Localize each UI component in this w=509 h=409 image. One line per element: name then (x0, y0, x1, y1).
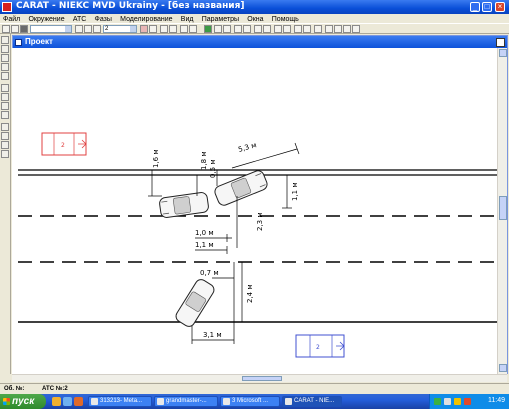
vertical-scrollbar[interactable] (497, 48, 507, 374)
dimension-label: 1,1 м (291, 182, 299, 201)
vehicle-icon[interactable] (140, 25, 148, 33)
menu-bar: Файл Окружение АТС Фазы Моделирование Ви… (0, 14, 509, 23)
tool-icon[interactable] (1, 93, 9, 101)
left-toolbar (0, 34, 11, 374)
window-title: CARAT - NIEKC MVD Ukrainy - [без названи… (16, 1, 245, 11)
collided-car[interactable] (159, 192, 209, 218)
scroll-up-icon[interactable] (499, 49, 507, 57)
tray-icon[interactable] (434, 398, 441, 405)
taskbar: пуск 313213- Meta... grandmaster-... 3 M… (0, 394, 509, 409)
tray-icon[interactable] (444, 398, 451, 405)
zoom-out-icon[interactable] (1, 45, 9, 53)
start-button[interactable]: пуск (0, 394, 46, 409)
tool-icon[interactable] (314, 25, 322, 33)
tool-icon[interactable] (189, 25, 197, 33)
vehicle-outline-red[interactable]: 2 (41, 132, 87, 156)
zoom-icon[interactable] (1, 72, 9, 80)
tool-icon[interactable] (75, 25, 83, 33)
dimension-label: 0,7 м (200, 269, 219, 277)
project-title: Проект (25, 37, 53, 46)
open-file-icon[interactable] (11, 25, 19, 33)
title-bar: CARAT - NIEKC MVD Ukrainy - [без названи… (0, 0, 509, 14)
system-tray: 11:49 (429, 394, 509, 409)
tool-icon[interactable] (294, 25, 302, 33)
tray-icon[interactable] (464, 398, 471, 405)
tool-icon[interactable] (1, 84, 9, 92)
dimension-label: 1,1 м (195, 241, 214, 249)
tool-icon[interactable] (352, 25, 360, 33)
dimension-label: 5,3 м (237, 141, 257, 154)
tool-icon[interactable] (1, 123, 9, 131)
tool-icon[interactable] (1, 111, 9, 119)
scroll-thumb[interactable] (499, 196, 507, 220)
tool-icon[interactable] (180, 25, 188, 33)
layer-select[interactable] (30, 25, 72, 33)
tool-icon[interactable] (149, 25, 157, 33)
zoom-select[interactable]: 2 (103, 25, 137, 33)
dimension-lines (148, 142, 300, 344)
tool-icon[interactable] (274, 25, 282, 33)
taskbar-item[interactable]: 3 Microsoft ... (220, 396, 280, 407)
scroll-down-icon[interactable] (499, 364, 507, 372)
tray-icon[interactable] (454, 398, 461, 405)
taskbar-item-active[interactable]: CARAT - NIE... (282, 396, 342, 407)
dimension-label: 1,8 м (200, 151, 208, 170)
vehicle-label: 2 (61, 142, 65, 149)
vehicle-label: 2 (316, 344, 320, 351)
quicklaunch-icon[interactable] (52, 397, 61, 406)
taskbar-item[interactable]: grandmaster-... (154, 396, 218, 407)
tool-icon[interactable] (303, 25, 311, 33)
status-vehicle: АТС №:2 (42, 386, 68, 392)
tool-icon[interactable] (84, 25, 92, 33)
maximize-button[interactable]: □ (482, 2, 492, 12)
tool-icon[interactable] (343, 25, 351, 33)
drawing-canvas[interactable]: 2 2 1,6 м 1,8 м 0,5 м 5,3 м 1,1 м 2,3 м … (12, 48, 497, 374)
tool-icon[interactable] (254, 25, 262, 33)
document-icon (15, 39, 22, 46)
scene-svg: 2 2 1,6 м 1,8 м 0,5 м 5,3 м 1,1 м 2,3 м … (18, 132, 497, 358)
horizontal-scrollbar[interactable] (12, 374, 507, 382)
tool-icon[interactable] (234, 25, 242, 33)
cross-icon[interactable] (1, 102, 9, 110)
taskbar-item[interactable]: 313213- Meta... (88, 396, 152, 407)
dimension-label: 1,6 м (152, 149, 160, 168)
zoom-in-icon[interactable] (1, 36, 9, 44)
tool-icon[interactable] (263, 25, 271, 33)
tool-icon[interactable] (243, 25, 251, 33)
tool-icon[interactable] (169, 25, 177, 33)
tool-icon[interactable] (1, 132, 9, 140)
dimension-label: 0,5 м (209, 159, 217, 178)
zoom-icon[interactable] (1, 54, 9, 62)
grid-icon[interactable] (1, 150, 9, 158)
minimize-button[interactable]: _ (470, 2, 480, 12)
tool-icon[interactable] (214, 25, 222, 33)
status-bar: Об. №: АТС №:2 (0, 383, 509, 393)
zoom-icon[interactable] (1, 63, 9, 71)
maximize-button[interactable] (496, 38, 505, 47)
dimension-label: 3,1 м (203, 331, 222, 339)
new-file-icon[interactable] (2, 25, 10, 33)
quicklaunch-icon[interactable] (74, 397, 83, 406)
tool-icon[interactable] (1, 141, 9, 149)
dimension-label: 1,0 м (195, 229, 214, 237)
clock: 11:49 (488, 397, 505, 404)
tool-icon[interactable] (93, 25, 101, 33)
dimension-label: 2,4 м (246, 284, 254, 303)
dimension-label: 2,3 м (256, 212, 264, 231)
vehicle-outline-blue[interactable]: 2 (295, 334, 345, 358)
quicklaunch-icon[interactable] (63, 397, 72, 406)
app-icon (2, 2, 12, 12)
save-icon[interactable] (20, 25, 28, 33)
scroll-thumb[interactable] (242, 376, 282, 381)
tool-icon[interactable] (334, 25, 342, 33)
toolbar: 2 (0, 23, 509, 34)
tool-icon[interactable] (160, 25, 168, 33)
simulation-icon[interactable] (204, 25, 212, 33)
close-button[interactable]: × (495, 2, 505, 12)
status-object: Об. №: (4, 386, 25, 392)
tool-icon[interactable] (223, 25, 231, 33)
lower-car[interactable] (174, 277, 216, 328)
tool-icon[interactable] (283, 25, 291, 33)
pencil-icon[interactable] (325, 25, 333, 33)
